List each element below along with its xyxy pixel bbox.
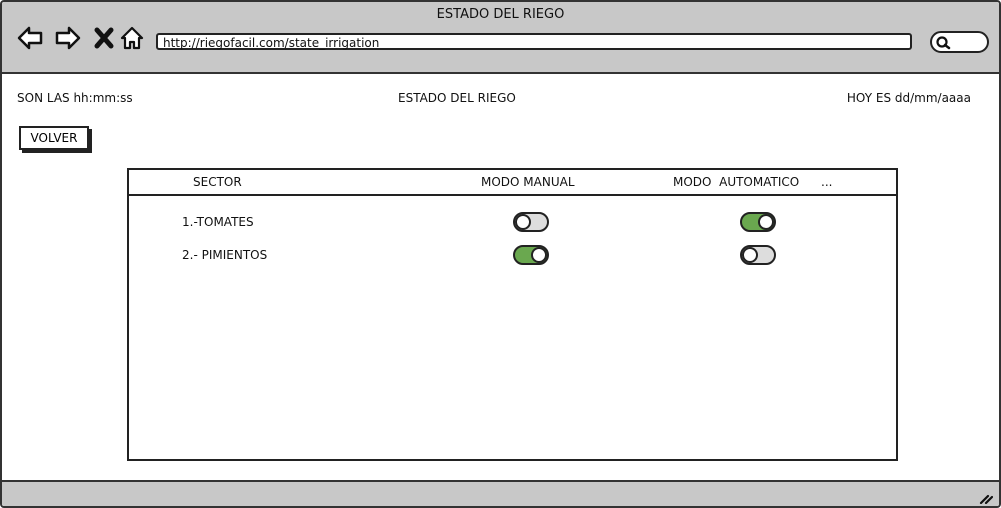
table-header: SECTOR MODO MANUAL MODO AUTOMATICO ... — [129, 170, 896, 196]
column-header-automatico: MODO AUTOMATICO — [673, 175, 800, 189]
manual-mode-toggle[interactable] — [513, 212, 549, 232]
column-header-more: ... — [821, 175, 833, 189]
sector-name: 1.-TOMATES — [182, 215, 254, 229]
date-label: HOY ES dd/mm/aaaa — [846, 91, 971, 105]
window-title: ESTADO DEL RIEGO — [436, 7, 565, 22]
search-field[interactable] — [930, 31, 989, 53]
close-icon[interactable] — [90, 24, 118, 52]
irrigation-table: SECTOR MODO MANUAL MODO AUTOMATICO ... 1… — [127, 168, 898, 461]
status-bar — [2, 480, 999, 506]
sector-name: 2.- PIMIENTOS — [182, 248, 268, 262]
back-icon[interactable] — [16, 24, 44, 52]
toggle-knob — [531, 247, 547, 263]
toggle-knob — [758, 214, 774, 230]
search-icon — [936, 36, 951, 50]
forward-icon[interactable] — [54, 24, 82, 52]
manual-mode-toggle[interactable] — [513, 245, 549, 265]
browser-toolbar: ESTADO DEL RIEGO http://riegofacil.com/s… — [2, 2, 999, 74]
browser-window: ESTADO DEL RIEGO http://riegofacil.com/s… — [0, 0, 1001, 508]
page-title: ESTADO DEL RIEGO — [398, 91, 516, 105]
volver-button[interactable]: VOLVER — [19, 126, 89, 150]
automatic-mode-toggle[interactable] — [740, 245, 776, 265]
toggle-knob — [742, 247, 758, 263]
automatic-mode-toggle[interactable] — [740, 212, 776, 232]
resize-grip-icon[interactable] — [979, 492, 993, 504]
address-bar[interactable]: http://riegofacil.com/state_irrigation — [156, 33, 912, 50]
toggle-knob — [515, 214, 531, 230]
time-label: SON LAS hh:mm:ss — [17, 91, 133, 105]
home-icon[interactable] — [118, 24, 146, 52]
column-header-manual: MODO MANUAL — [481, 175, 575, 189]
column-header-sector: SECTOR — [193, 175, 242, 189]
